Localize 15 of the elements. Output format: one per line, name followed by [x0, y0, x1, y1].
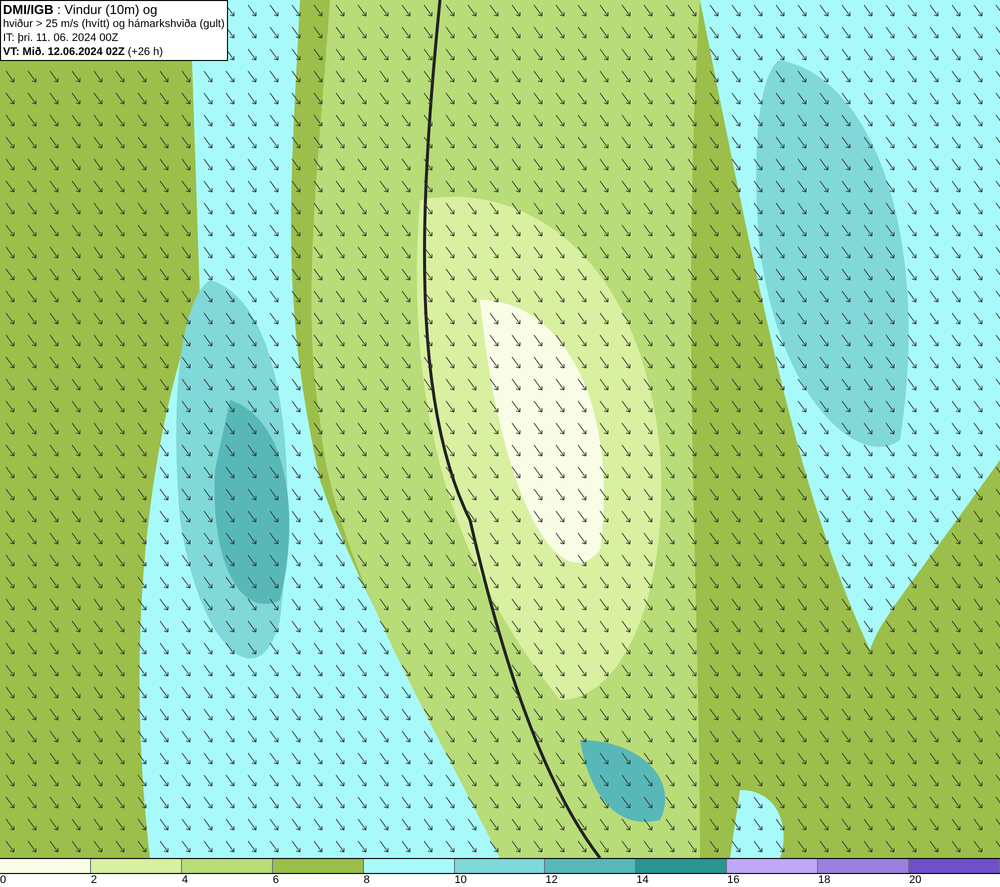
legend-tick-label: 16: [727, 874, 740, 887]
legend-tick-label: 2: [90, 874, 98, 887]
legend-tick-label: 18: [818, 874, 830, 887]
legend-tick-label: 4: [182, 874, 188, 887]
legend-tick-label: 10: [454, 874, 467, 887]
title-line: hviður > 25 m/s (hvítt) og hámarkshviða (gult): [3, 17, 225, 31]
legend-tick-label: 0: [0, 874, 6, 887]
legend-tick-label: 20: [909, 874, 922, 887]
legend-tick-label: 6: [272, 874, 279, 887]
title-line: DMI/IGB : Vindur (10m) og: [3, 2, 158, 17]
legend-tick-label: 8: [364, 874, 370, 887]
legend-tick-label: 14: [636, 874, 649, 887]
title-line: IT: þri. 11. 06. 2024 00Z: [3, 31, 120, 45]
legend-tick-label: 12: [545, 874, 558, 887]
title-line: VT: Mið. 12.06.2024 02Z (+26 h): [3, 45, 164, 59]
